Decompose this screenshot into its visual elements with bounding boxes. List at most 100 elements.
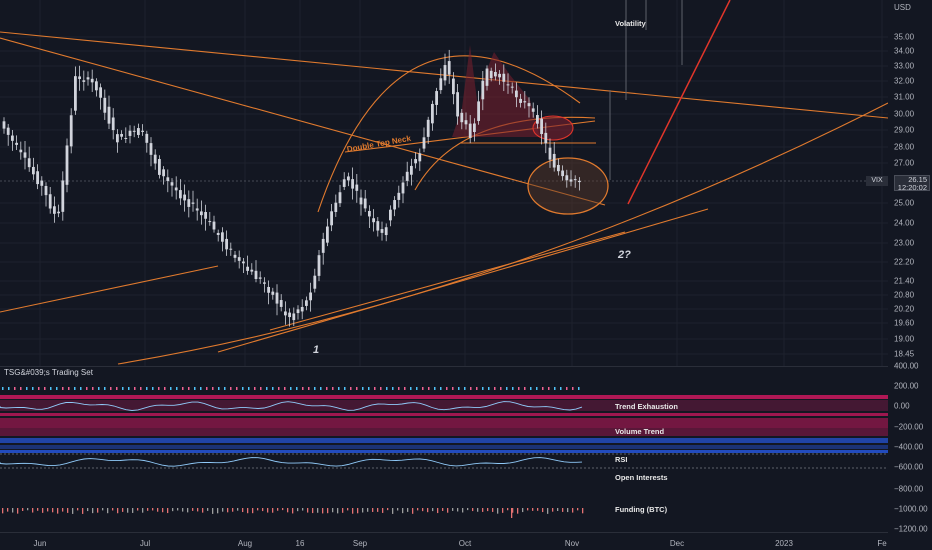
volatility-tick <box>266 387 268 390</box>
funding-bar <box>262 508 264 512</box>
volatility-tick <box>62 387 64 390</box>
funding-bar <box>157 508 159 512</box>
volatility-tick <box>26 387 28 390</box>
funding-bar <box>67 508 69 513</box>
funding-bar <box>42 508 44 513</box>
highlight-ellipse-red[interactable] <box>532 115 574 141</box>
candle <box>452 72 455 105</box>
volatility-tick <box>392 387 394 390</box>
volatility-tick <box>56 387 58 390</box>
candle <box>11 129 14 151</box>
volatility-tick <box>248 387 250 390</box>
candle <box>212 215 216 233</box>
candle <box>32 157 35 180</box>
price-axis-label: 35.00 <box>894 32 915 42</box>
volatility-tick <box>344 387 346 390</box>
volatility-tick <box>554 387 556 390</box>
funding-bar <box>517 508 519 514</box>
label-volume-trend: Volume Trend <box>615 427 665 436</box>
time-axis-label: Aug <box>237 539 253 548</box>
funding-bar <box>287 508 289 513</box>
candle <box>6 123 10 146</box>
candle <box>107 95 111 130</box>
funding-bar <box>412 508 414 514</box>
candle <box>401 176 405 204</box>
indicator-axis-label: −800.00 <box>894 484 924 494</box>
indicator-pane[interactable] <box>0 366 888 532</box>
time-axis-label: Dec <box>669 539 685 548</box>
funding-bar <box>347 508 349 511</box>
candle <box>380 221 384 241</box>
candle <box>267 280 270 305</box>
rsi-line <box>0 457 583 467</box>
candle <box>355 174 359 203</box>
candle <box>116 129 119 153</box>
price-axis-label: 24.00 <box>894 218 915 228</box>
funding-bar <box>511 508 513 518</box>
volatility-tick <box>50 387 52 390</box>
funding-bar <box>17 508 19 514</box>
price-axis-label: 25.00 <box>894 198 915 208</box>
funding-bar <box>422 508 424 512</box>
candle <box>426 116 430 144</box>
candle <box>397 185 401 208</box>
candle <box>540 110 543 145</box>
volatility-tick <box>236 387 238 390</box>
study-title[interactable]: TSG&#039;s Trading Set <box>4 368 93 377</box>
funding-bar <box>292 508 294 514</box>
funding-bar <box>87 508 89 512</box>
volatility-tick <box>242 387 244 390</box>
volatility-tick <box>494 387 496 390</box>
volatility-tick <box>326 387 328 390</box>
candle <box>208 211 212 226</box>
candle <box>296 305 300 320</box>
volatility-tick <box>38 387 40 390</box>
label-rsi: RSI <box>615 455 628 464</box>
funding-bar <box>372 508 374 512</box>
label-open-interests: Open Interests <box>615 473 668 482</box>
funding-bar <box>97 508 99 513</box>
time-axis-label: Jun <box>33 539 47 548</box>
funding-bar <box>342 508 344 513</box>
funding-bar <box>217 508 219 514</box>
volatility-tick <box>254 387 256 390</box>
indicator-band <box>0 428 888 436</box>
volatility-tick <box>308 387 310 390</box>
price-axis[interactable]: USD 35.00 34.00 33.00 32.00 31.00 30.00 29.00 2… <box>888 0 932 534</box>
funding-bar <box>317 508 319 513</box>
funding-bar <box>222 508 224 512</box>
volatility-tick <box>14 387 16 390</box>
support-line-left[interactable] <box>0 265 219 313</box>
candle <box>552 142 556 172</box>
price-chart[interactable] <box>0 0 888 366</box>
funding-bar <box>362 508 364 513</box>
funding-bar <box>477 508 479 512</box>
candle <box>195 198 199 221</box>
indicator-axis-label: −200.00 <box>894 422 924 432</box>
funding-bar <box>397 508 399 511</box>
time-axis[interactable]: Jun Jul Aug 16 Sep Oct Nov Dec 2023 Fe <box>0 532 888 550</box>
highlight-ellipse-orange[interactable] <box>527 157 609 215</box>
funding-bar <box>12 508 14 513</box>
volatility-tick <box>548 387 550 390</box>
volatility-tick <box>476 387 478 390</box>
funding-bar <box>172 508 174 512</box>
volatility-tick <box>194 387 196 390</box>
red-projection-line[interactable] <box>627 0 731 205</box>
volatility-tick <box>80 387 82 390</box>
funding-bar <box>227 508 229 513</box>
support-curve[interactable] <box>117 102 888 365</box>
candle <box>342 172 346 190</box>
volatility-tick <box>188 387 190 390</box>
indicator-band <box>0 438 888 443</box>
volatility-tick <box>290 387 292 390</box>
volatility-tick <box>380 387 382 390</box>
candle <box>300 299 304 320</box>
funding-bar <box>407 508 409 512</box>
volatility-tick <box>464 387 466 390</box>
volatility-tick <box>374 387 376 390</box>
indicator-axis-label: 400.00 <box>894 361 919 371</box>
candle <box>258 271 262 284</box>
volatility-tick <box>578 387 580 390</box>
funding-bar <box>392 508 394 514</box>
